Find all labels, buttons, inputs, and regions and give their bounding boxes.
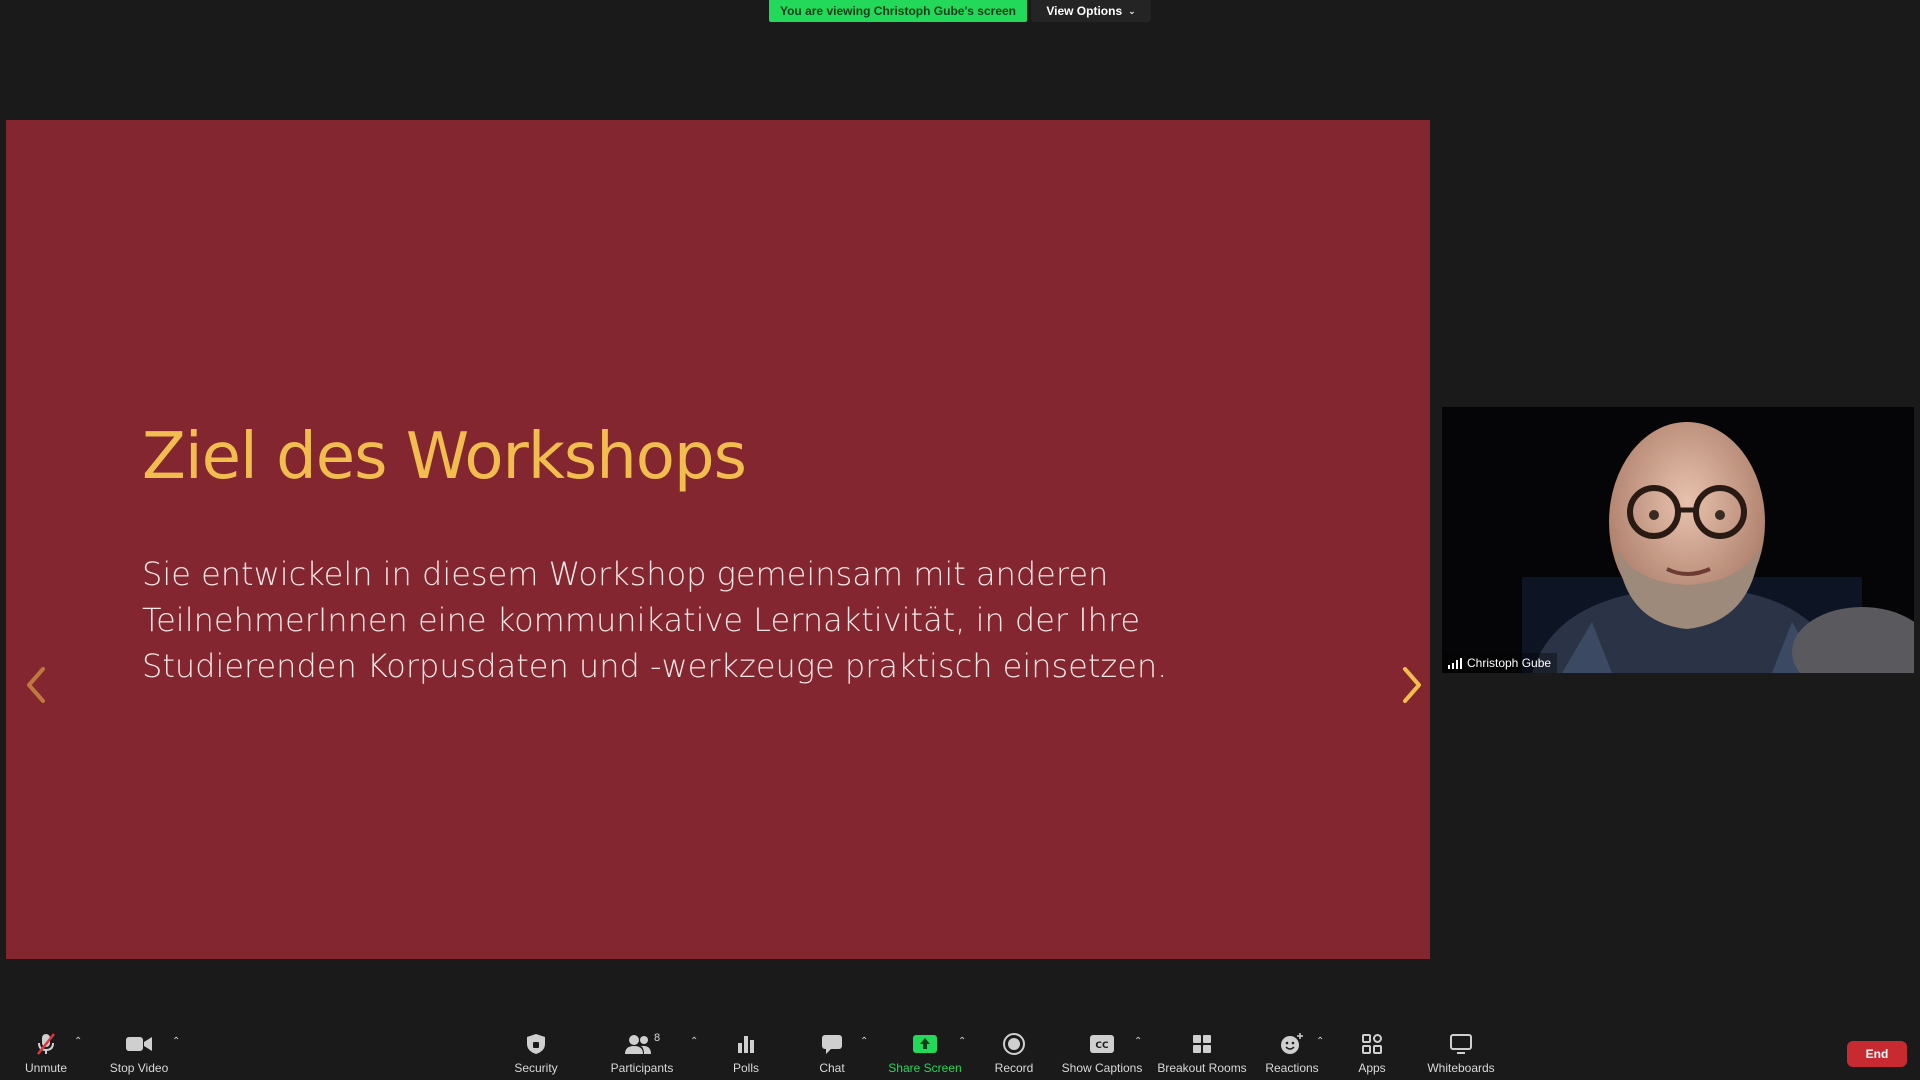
end-meeting-button[interactable]: End [1847, 1041, 1907, 1067]
security-label: Security [514, 1061, 558, 1075]
audio-options-caret[interactable]: ⌃ [74, 1036, 82, 1047]
stop-video-button[interactable]: Stop Video [104, 1020, 174, 1080]
reactions-label: Reactions [1265, 1061, 1319, 1075]
slide-body-text: Sie entwickeln in diesem Workshop gemein… [142, 555, 1168, 685]
chevron-down-icon: ⌄ [1128, 5, 1136, 16]
closed-captions-icon: CC [1090, 1033, 1114, 1055]
share-screen-options-caret[interactable]: ⌃ [958, 1036, 966, 1047]
unmute-label: Unmute [24, 1061, 68, 1075]
record-button[interactable]: Record [990, 1020, 1038, 1080]
participants-count-badge: 8 [653, 1032, 661, 1044]
share-screen-label: Share Screen [888, 1061, 962, 1075]
share-screen-icon [913, 1033, 937, 1055]
chat-options-caret[interactable]: ⌃ [860, 1036, 868, 1047]
zoom-meeting-window: You are viewing Christoph Gube's screen … [0, 0, 1920, 1080]
viewing-screen-banner: You are viewing Christoph Gube's screen [769, 0, 1027, 22]
breakout-rooms-button[interactable]: Breakout Rooms [1157, 1020, 1247, 1080]
breakout-rooms-label: Breakout Rooms [1157, 1061, 1247, 1075]
participants-options-caret[interactable]: ⌃ [690, 1036, 698, 1047]
participants-label: Participants [610, 1061, 674, 1075]
previous-slide-button[interactable] [18, 660, 54, 710]
reactions-button[interactable]: Reactions [1264, 1020, 1320, 1080]
apps-button[interactable]: Apps [1352, 1020, 1392, 1080]
whiteboard-icon [1450, 1033, 1472, 1055]
whiteboards-button[interactable]: Whiteboards [1424, 1020, 1498, 1080]
shared-screen-slide [6, 120, 1430, 959]
chat-bubble-icon [821, 1033, 843, 1055]
chat-label: Chat [819, 1061, 845, 1075]
participant-video-feed [1442, 407, 1914, 673]
apps-label: Apps [1358, 1061, 1386, 1075]
whiteboards-label: Whiteboards [1427, 1061, 1495, 1075]
svg-text:CC: CC [1095, 1041, 1109, 1051]
view-options-button[interactable]: View Options ⌄ [1031, 0, 1151, 22]
polls-label: Polls [732, 1061, 759, 1075]
participant-video-tile[interactable]: Christoph Gube [1442, 407, 1914, 673]
chevron-right-icon [1403, 667, 1421, 703]
polls-button[interactable]: Polls [724, 1020, 768, 1080]
chevron-left-icon [27, 667, 45, 703]
shield-icon [526, 1033, 546, 1055]
video-options-caret[interactable]: ⌃ [172, 1036, 180, 1047]
chat-button[interactable]: Chat [810, 1020, 854, 1080]
record-icon [1003, 1033, 1025, 1055]
meeting-toolbar: Unmute ⌃ Stop Video ⌃ Security 8 Partici… [0, 1020, 1920, 1080]
smiley-plus-icon [1280, 1033, 1304, 1055]
stop-video-label: Stop Video [109, 1061, 169, 1075]
record-label: Record [994, 1061, 1034, 1075]
bar-chart-icon [736, 1033, 756, 1055]
captions-options-caret[interactable]: ⌃ [1134, 1036, 1142, 1047]
microphone-muted-icon [34, 1033, 58, 1055]
signal-strength-icon [1448, 657, 1462, 669]
end-meeting-label: End [1865, 1047, 1889, 1061]
participant-name-tag: Christoph Gube [1444, 653, 1558, 673]
participants-button[interactable]: 8 Participants [607, 1020, 677, 1080]
participant-name: Christoph Gube [1467, 656, 1552, 670]
breakout-rooms-icon [1192, 1033, 1212, 1055]
show-captions-label: Show Captions [1061, 1061, 1143, 1075]
security-button[interactable]: Security [510, 1020, 562, 1080]
participants-icon: 8 [624, 1032, 661, 1055]
show-captions-button[interactable]: CC Show Captions [1061, 1020, 1143, 1080]
video-camera-icon [126, 1033, 152, 1055]
slide-title: Ziel des Workshops [142, 420, 747, 494]
apps-icon [1362, 1033, 1382, 1055]
unmute-button[interactable]: Unmute [18, 1020, 74, 1080]
next-slide-button[interactable] [1394, 660, 1430, 710]
view-options-label: View Options [1046, 4, 1123, 18]
reactions-options-caret[interactable]: ⌃ [1316, 1036, 1324, 1047]
share-screen-button[interactable]: Share Screen [888, 1020, 962, 1080]
viewing-screen-text: You are viewing Christoph Gube's screen [779, 4, 1017, 18]
